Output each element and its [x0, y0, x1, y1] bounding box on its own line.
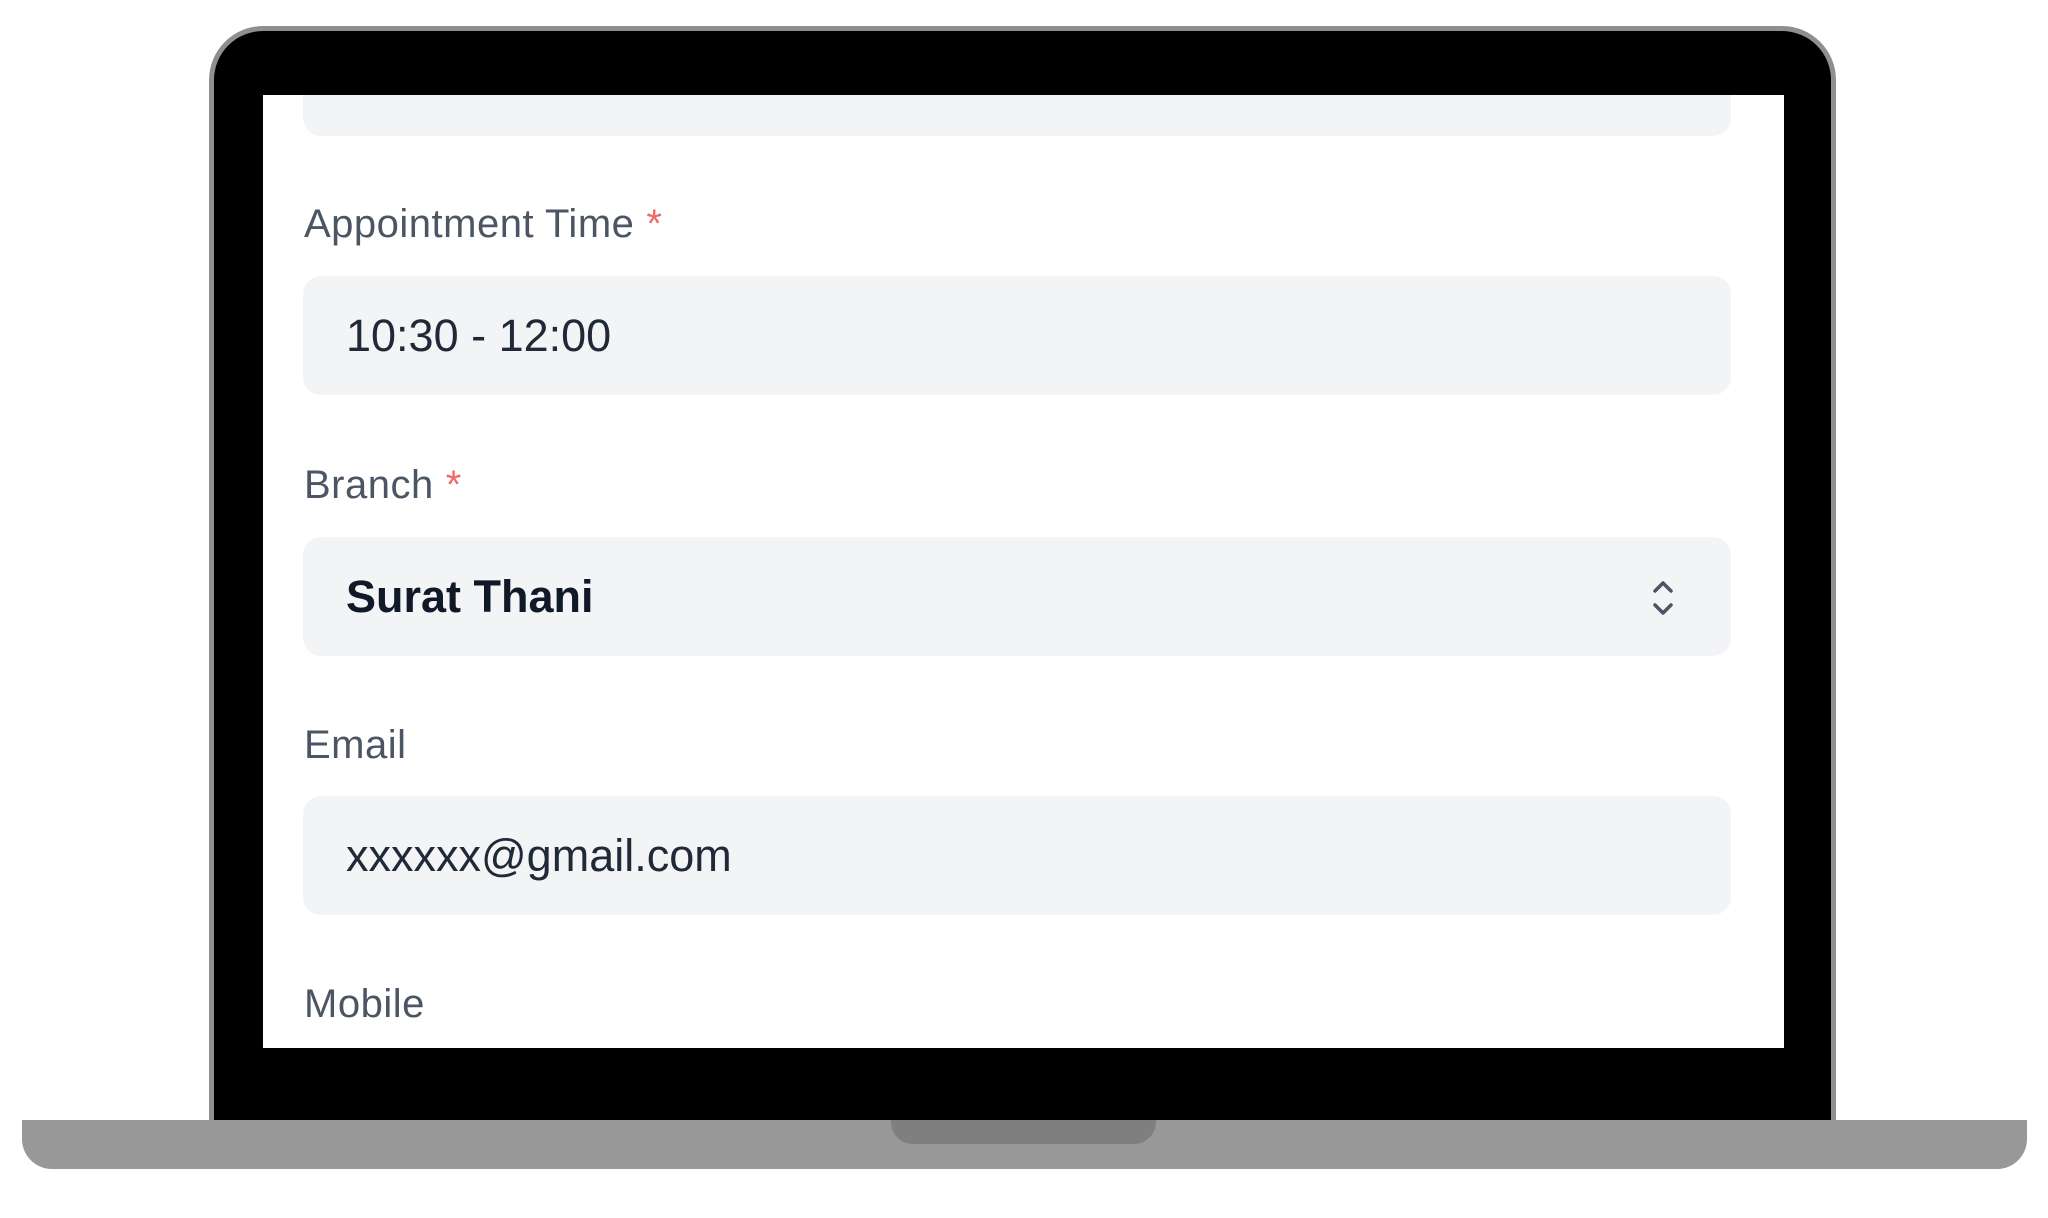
- email-label: Email: [304, 723, 407, 768]
- branch-label: Branch *: [304, 463, 462, 508]
- mobile-label-text: Mobile: [304, 982, 425, 1026]
- email-value: xxxxxx@gmail.com: [346, 829, 732, 881]
- branch-label-text: Branch: [304, 463, 434, 507]
- previous-field-input[interactable]: [303, 95, 1731, 136]
- laptop-screen: Appointment Time * 10:30 - 12:00 Branch * …: [263, 95, 1784, 1048]
- email-label-text: Email: [304, 723, 407, 767]
- appointment-time-label-text: Appointment Time: [304, 202, 635, 246]
- email-field[interactable]: xxxxxx@gmail.com: [303, 796, 1731, 915]
- branch-selected-value: Surat Thani: [346, 570, 594, 622]
- appointment-time-value: 10:30 - 12:00: [346, 309, 612, 361]
- mobile-label: Mobile: [304, 982, 425, 1027]
- appointment-time-input[interactable]: 10:30 - 12:00: [303, 276, 1731, 395]
- chevron-up-down-icon: [1653, 581, 1673, 615]
- branch-select[interactable]: Surat Thani: [303, 537, 1731, 656]
- appointment-time-label: Appointment Time *: [304, 202, 662, 247]
- laptop-notch: [891, 1120, 1156, 1144]
- required-asterisk: *: [445, 463, 462, 507]
- required-asterisk: *: [646, 202, 663, 246]
